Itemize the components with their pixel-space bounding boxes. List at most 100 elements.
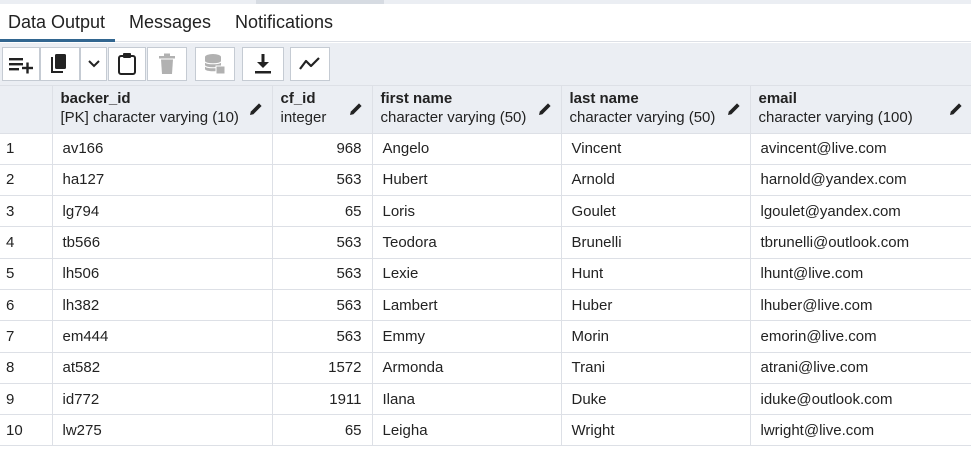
download-icon	[255, 54, 271, 74]
table-row[interactable]: 3 lg794 65 Loris Goulet lgoulet@yandex.com	[0, 195, 971, 228]
table-cell[interactable]: 563	[272, 164, 373, 197]
table-row[interactable]: 2 ha127 563 Hubert Arnold harnold@yandex.com	[0, 164, 971, 197]
table-cell[interactable]: Morin	[561, 320, 751, 353]
table-cell[interactable]: lh506	[52, 258, 273, 290]
column-header-first-name[interactable]: first name character varying (50)	[372, 86, 562, 134]
table-cell[interactable]: 563	[272, 320, 373, 353]
copy-icon	[51, 54, 66, 73]
save-data-button[interactable]	[195, 47, 235, 81]
table-cell[interactable]: Lexie	[372, 258, 562, 290]
table-cell[interactable]: Armonda	[372, 352, 562, 384]
table-cell[interactable]: iduke@outlook.com	[750, 383, 971, 416]
row-number[interactable]: 8	[0, 352, 53, 384]
table-cell[interactable]: av166	[52, 133, 273, 165]
table-cell[interactable]: emorin@live.com	[750, 320, 971, 353]
row-number[interactable]: 10	[0, 414, 53, 447]
table-cell[interactable]: Goulet	[561, 195, 751, 228]
table-cell[interactable]: avincent@live.com	[750, 133, 971, 165]
row-number-header[interactable]	[0, 86, 53, 134]
copy-options-dropdown[interactable]	[80, 47, 107, 81]
table-cell[interactable]: tbrunelli@outlook.com	[750, 226, 971, 259]
table-cell[interactable]: lhuber@live.com	[750, 289, 971, 322]
delete-button[interactable]	[147, 47, 187, 81]
tab-data-output[interactable]: Data Output	[0, 4, 115, 42]
edit-pencil-icon[interactable]	[537, 101, 553, 117]
table-cell[interactable]: at582	[52, 352, 273, 384]
table-row[interactable]: 8 at582 1572 Armonda Trani atrani@live.com	[0, 352, 971, 384]
table-body: 1 av166 968 Angelo Vincent avincent@live.com 2…	[0, 133, 971, 447]
table-cell[interactable]: Ilana	[372, 383, 562, 416]
table-cell[interactable]: lw275	[52, 414, 273, 447]
column-name: last name	[569, 90, 639, 107]
row-number[interactable]: 3	[0, 195, 53, 228]
table-cell[interactable]: Vincent	[561, 133, 751, 165]
table-row[interactable]: 7 em444 563 Emmy Morin emorin@live.com	[0, 320, 971, 353]
table-cell[interactable]: 65	[272, 414, 373, 447]
row-number[interactable]: 5	[0, 258, 53, 290]
tab-notifications[interactable]: Notifications	[227, 4, 341, 42]
table-cell[interactable]: Hunt	[561, 258, 751, 290]
download-button[interactable]	[242, 47, 284, 81]
table-row[interactable]: 6 lh382 563 Lambert Huber lhuber@live.com	[0, 289, 971, 322]
table-cell[interactable]: Loris	[372, 195, 562, 228]
table-cell[interactable]: atrani@live.com	[750, 352, 971, 384]
table-cell[interactable]: Hubert	[372, 164, 562, 197]
row-number[interactable]: 1	[0, 133, 53, 165]
edit-pencil-icon[interactable]	[726, 101, 742, 117]
row-number[interactable]: 7	[0, 320, 53, 353]
table-cell[interactable]: 65	[272, 195, 373, 228]
column-name: backer_id	[60, 90, 131, 107]
copy-button[interactable]	[40, 47, 80, 81]
table-cell[interactable]: Huber	[561, 289, 751, 322]
table-row[interactable]: 10 lw275 65 Leigha Wright lwright@live.com	[0, 414, 971, 447]
column-header-email[interactable]: email character varying (100)	[750, 86, 971, 134]
column-name: first name	[380, 90, 453, 107]
table-cell[interactable]: 1911	[272, 383, 373, 416]
paste-button[interactable]	[108, 47, 146, 81]
row-number[interactable]: 4	[0, 226, 53, 259]
graph-visualiser-button[interactable]	[290, 47, 330, 81]
table-cell[interactable]: 968	[272, 133, 373, 165]
column-header-last-name[interactable]: last name character varying (50)	[561, 86, 751, 134]
table-row[interactable]: 9 id772 1911 Ilana Duke iduke@outlook.com	[0, 383, 971, 416]
table-cell[interactable]: lhunt@live.com	[750, 258, 971, 290]
table-cell[interactable]: Brunelli	[561, 226, 751, 259]
table-cell[interactable]: Leigha	[372, 414, 562, 447]
table-cell[interactable]: 563	[272, 226, 373, 259]
table-cell[interactable]: ha127	[52, 164, 273, 197]
table-cell[interactable]: Lambert	[372, 289, 562, 322]
table-cell[interactable]: lgoulet@yandex.com	[750, 195, 971, 228]
table-cell[interactable]: harnold@yandex.com	[750, 164, 971, 197]
table-row[interactable]: 4 tb566 563 Teodora Brunelli tbrunelli@outloo…	[0, 226, 971, 259]
table-cell[interactable]: Emmy	[372, 320, 562, 353]
table-cell[interactable]: Arnold	[561, 164, 751, 197]
table-cell[interactable]: lg794	[52, 195, 273, 228]
save-data-icon	[204, 54, 226, 75]
table-cell[interactable]: Trani	[561, 352, 751, 384]
table-cell[interactable]: em444	[52, 320, 273, 353]
table-cell[interactable]: lwright@live.com	[750, 414, 971, 447]
output-tabs: Data Output Messages Notifications	[0, 4, 971, 42]
table-cell[interactable]: Duke	[561, 383, 751, 416]
table-row[interactable]: 5 lh506 563 Lexie Hunt lhunt@live.com	[0, 258, 971, 290]
table-cell[interactable]: 1572	[272, 352, 373, 384]
column-header-backer-id[interactable]: backer_id [PK] character varying (10)	[52, 86, 273, 134]
edit-pencil-icon[interactable]	[948, 101, 964, 117]
table-cell[interactable]: tb566	[52, 226, 273, 259]
table-cell[interactable]: 563	[272, 258, 373, 290]
edit-pencil-icon[interactable]	[348, 101, 364, 117]
column-header-cf-id[interactable]: cf_id integer	[272, 86, 373, 134]
row-number[interactable]: 9	[0, 383, 53, 416]
table-cell[interactable]: Angelo	[372, 133, 562, 165]
row-number[interactable]: 2	[0, 164, 53, 197]
table-cell[interactable]: 563	[272, 289, 373, 322]
table-cell[interactable]: Teodora	[372, 226, 562, 259]
edit-pencil-icon[interactable]	[248, 101, 264, 117]
row-number[interactable]: 6	[0, 289, 53, 322]
table-cell[interactable]: lh382	[52, 289, 273, 322]
tab-messages[interactable]: Messages	[121, 4, 219, 42]
add-row-button[interactable]	[2, 47, 40, 81]
table-row[interactable]: 1 av166 968 Angelo Vincent avincent@live.com	[0, 133, 971, 165]
table-cell[interactable]: Wright	[561, 414, 751, 447]
table-cell[interactable]: id772	[52, 383, 273, 416]
